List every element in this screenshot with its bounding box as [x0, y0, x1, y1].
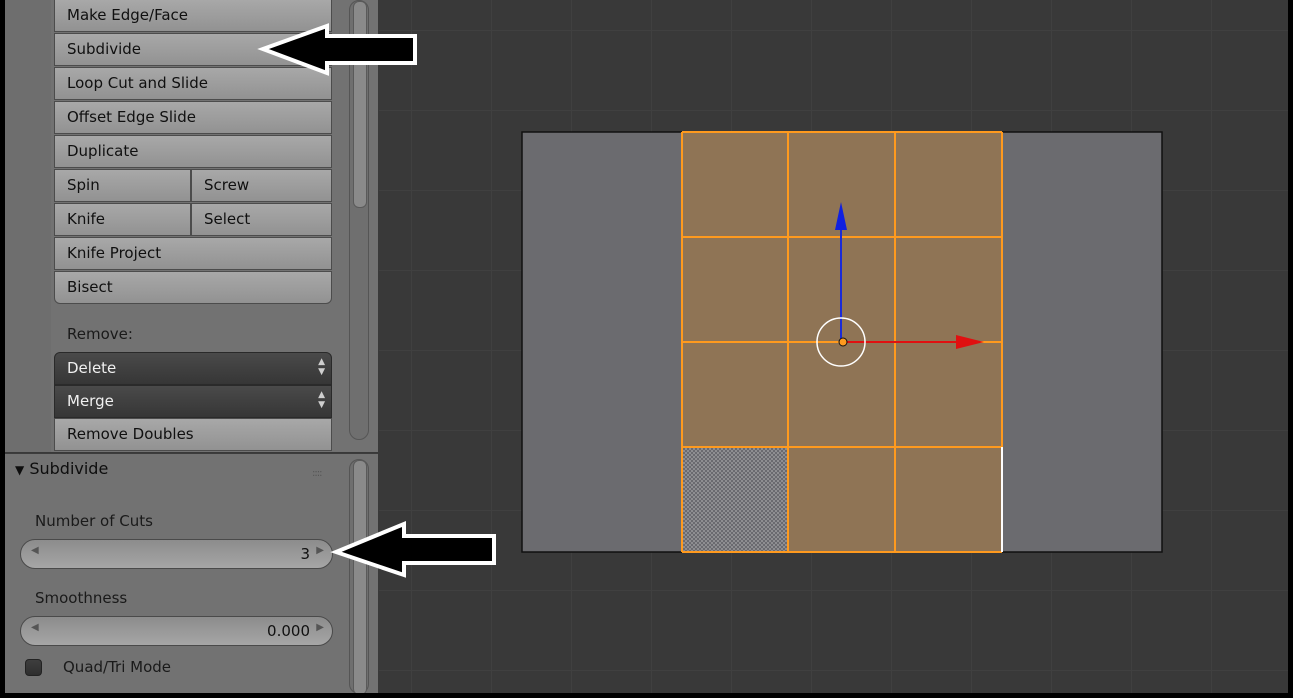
pointer-arrow-icon: [330, 521, 496, 578]
annotation-layer: [257, 23, 496, 578]
pointer-arrow-icon: [257, 23, 417, 76]
